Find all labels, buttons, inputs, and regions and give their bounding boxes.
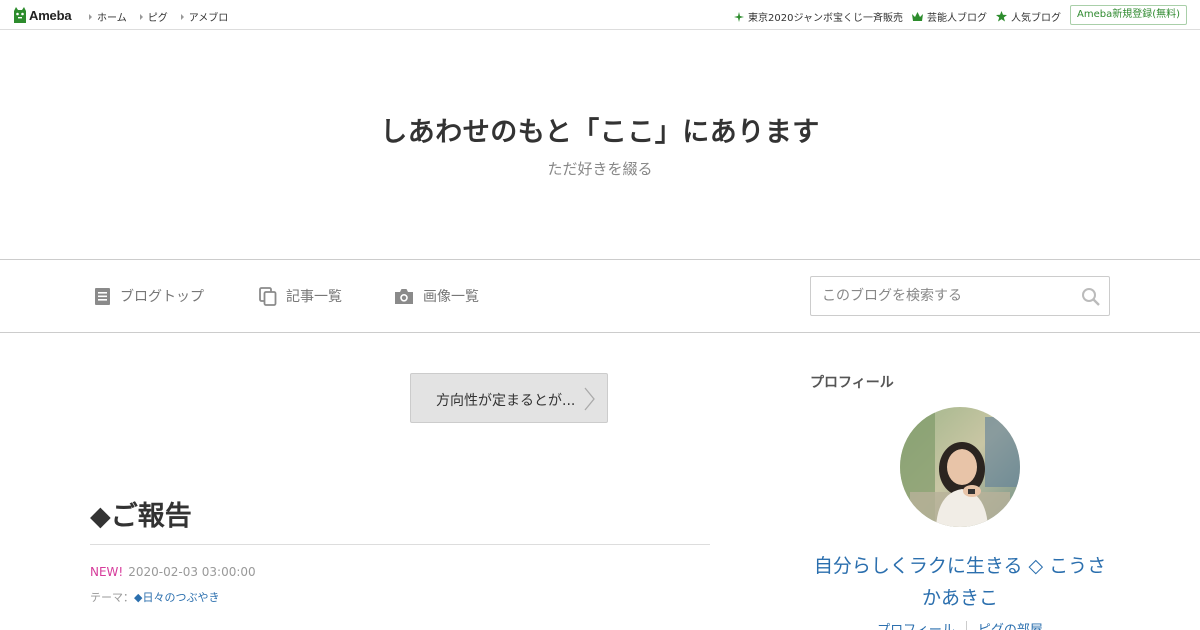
profile-name[interactable]: 自分らしくラクに生きる ◇ こうさかあきこ <box>810 550 1110 614</box>
blog-nav: ブログトップ 記事一覧 画像一覧 <box>0 259 1200 333</box>
pigg-link[interactable]: ピグ <box>139 9 168 24</box>
triangle-icon <box>89 13 92 20</box>
promo-links: 東京2020ジャンボ宝くじ一斉販売 芸能人ブログ 人気ブログ <box>725 9 1061 24</box>
entry-meta: NEW! 2020-02-03 03:00:00 <box>90 565 256 579</box>
entry-theme: テーマ：◆日々のつぶやき <box>90 589 219 605</box>
global-nav: ホーム ピグ アメブロ <box>89 9 241 24</box>
star-icon <box>996 11 1007 22</box>
ameba-logo[interactable]: Ameba <box>13 6 72 24</box>
crown-icon <box>912 12 923 21</box>
camera-icon <box>395 288 413 304</box>
nav-blog-top[interactable]: ブログトップ <box>94 286 204 306</box>
new-badge: NEW! <box>90 565 124 579</box>
global-header: Ameba ホーム ピグ アメブロ 東京2020ジャンボ宝くじ一斉販売 芸能人ブ… <box>0 0 1200 30</box>
chevron-right-icon <box>584 387 595 411</box>
copy-icon <box>259 286 277 306</box>
lottery-link[interactable]: 東京2020ジャンボ宝くじ一斉販売 <box>734 9 903 24</box>
sparkle-icon <box>734 11 745 22</box>
divider <box>90 544 710 545</box>
blog-description: ただ好きを綴る <box>547 160 653 178</box>
pigg-room-link[interactable]: ピグの部屋 <box>978 619 1043 630</box>
nav-entry-list-label: 記事一覧 <box>286 289 342 305</box>
entry-date: 2020-02-03 03:00:00 <box>128 565 256 579</box>
triangle-icon <box>180 13 184 20</box>
pigg-link-label: ピグ <box>147 13 168 24</box>
profile-links: プロフィール ピグの部屋 <box>810 619 1110 630</box>
theme-prefix: テーマ： <box>90 591 134 604</box>
nav-image-list[interactable]: 画像一覧 <box>394 286 479 306</box>
search-input[interactable] <box>811 277 1071 315</box>
profile-heading: プロフィール <box>810 375 894 391</box>
logo-text: Ameba <box>29 7 72 23</box>
search-icon[interactable] <box>1081 287 1101 307</box>
ameba-logo-icon <box>14 7 26 23</box>
ameblo-link[interactable]: アメブロ <box>180 9 229 24</box>
popular-blog-link-label: 人気ブログ <box>1011 13 1061 24</box>
entry-title[interactable]: ◆ご報告 <box>90 494 192 533</box>
document-icon <box>95 287 110 305</box>
avatar[interactable] <box>900 407 1020 527</box>
theme-link[interactable]: ◆日々のつぶやき <box>134 591 219 604</box>
celebrity-blog-link-label: 芸能人ブログ <box>927 13 987 24</box>
nav-image-list-label: 画像一覧 <box>423 289 479 305</box>
ameblo-link-label: アメブロ <box>188 13 229 24</box>
previous-entry-label: 方向性が定まるとが... <box>436 393 576 409</box>
blog-search <box>810 276 1110 316</box>
nav-blog-top-label: ブログトップ <box>120 289 204 305</box>
triangle-icon <box>139 13 143 20</box>
register-button[interactable]: Ameba新規登録(無料) <box>1069 5 1187 25</box>
avatar-image <box>900 407 1020 527</box>
nav-entry-list[interactable]: 記事一覧 <box>259 286 342 306</box>
lottery-link-label: 東京2020ジャンボ宝くじ一斉販売 <box>748 13 903 24</box>
separator <box>965 621 967 630</box>
home-link-label: ホーム <box>97 13 127 24</box>
celebrity-blog-link[interactable]: 芸能人ブログ <box>912 9 987 24</box>
home-link[interactable]: ホーム <box>89 9 127 24</box>
profile-link[interactable]: プロフィール <box>877 619 955 630</box>
popular-blog-link[interactable]: 人気ブログ <box>996 9 1061 24</box>
blog-title[interactable]: しあわせのもと「ここ」にあります <box>0 110 1200 149</box>
previous-entry-button[interactable]: 方向性が定まるとが... <box>410 373 608 423</box>
